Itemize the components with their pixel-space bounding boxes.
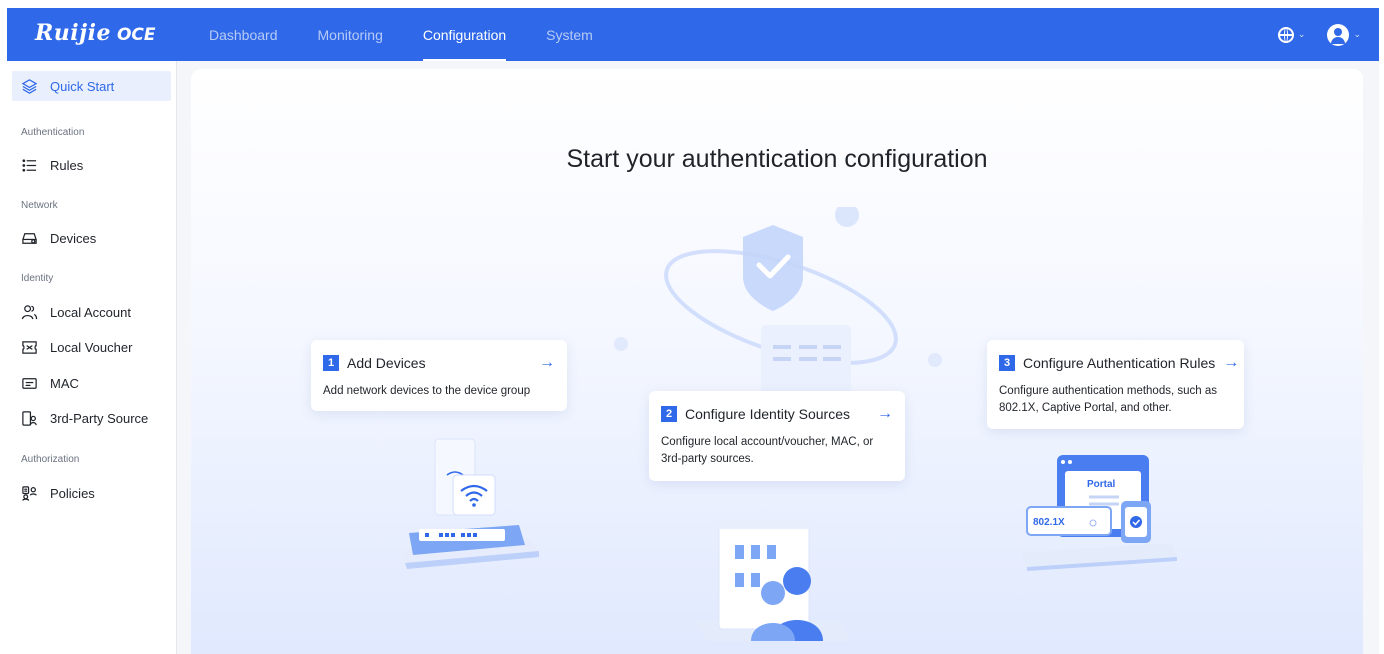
sidebar: Quick Start Authentication Rules Network… — [7, 61, 177, 654]
sidebar-item-label: Quick Start — [50, 78, 115, 94]
step-description: Configure local account/voucher, MAC, or… — [661, 436, 874, 465]
step-card-add-devices[interactable]: 1 Add Devices → Add network devices to t… — [311, 340, 567, 411]
voucher-icon — [22, 340, 37, 354]
layers-icon — [21, 78, 38, 94]
sidebar-item-local-voucher[interactable]: Local Voucher — [12, 332, 171, 362]
step-card-header: 2 Configure Identity Sources → — [661, 405, 893, 423]
main-nav: Dashboard Monitoring Configuration Syste… — [197, 8, 621, 61]
sidebar-item-mac[interactable]: MAC — [12, 368, 171, 398]
step-card-auth-rules[interactable]: 3 Configure Authentication Rules → Confi… — [987, 340, 1244, 429]
user-avatar-icon — [1327, 23, 1350, 46]
users-icon — [21, 304, 38, 319]
chevron-down-icon: ⌄ — [1353, 29, 1361, 39]
sidebar-item-label: MAC — [50, 375, 79, 391]
step-title: Configure Identity Sources — [685, 406, 850, 422]
devices-illustration — [399, 438, 539, 569]
arrow-right-icon: → — [877, 405, 893, 422]
sidebar-item-policies[interactable]: Policies — [12, 478, 171, 508]
list-icon — [22, 158, 37, 172]
app-logo[interactable]: Ruijie OCE — [35, 20, 156, 50]
step-number: 2 — [661, 406, 677, 422]
globe-icon — [1277, 26, 1294, 43]
sidebar-item-label: Devices — [50, 230, 97, 246]
app-window: Ruijie OCE Dashboard Monitoring Configur… — [7, 8, 1379, 654]
nav-system[interactable]: System — [534, 8, 605, 61]
logo-product: OCE — [116, 25, 156, 45]
sidebar-item-quick-start[interactable]: Quick Start — [12, 71, 171, 101]
arrow-right-icon: → — [1223, 354, 1240, 371]
step-number: 1 — [323, 355, 339, 371]
portal-label: Portal — [1087, 479, 1116, 490]
dot1x-label: 802.1X — [1033, 517, 1065, 528]
step-title: Configure Authentication Rules — [1023, 355, 1216, 371]
sidebar-item-label: Policies — [50, 485, 95, 501]
decor-dot — [614, 337, 628, 351]
sidebar-group-identity: Identity — [21, 273, 54, 284]
sidebar-item-label: Local Voucher — [50, 339, 133, 355]
step-description: Add network devices to the device group — [323, 385, 531, 397]
quick-start-panel: Start your authentication configuration — [191, 69, 1363, 654]
sidebar-item-rules[interactable]: Rules — [12, 150, 171, 180]
sidebar-item-devices[interactable]: Devices — [12, 223, 171, 253]
nav-monitoring[interactable]: Monitoring — [306, 8, 395, 61]
top-navigation-bar: Ruijie OCE Dashboard Monitoring Configur… — [7, 8, 1379, 61]
third-party-icon — [22, 410, 37, 426]
nav-configuration[interactable]: Configuration — [411, 8, 518, 61]
chevron-down-icon: ⌄ — [1297, 29, 1306, 39]
logo-brand: Ruijie — [35, 20, 111, 46]
arrow-right-icon: → — [539, 354, 555, 371]
identity-sources-illustration — [695, 519, 851, 641]
sidebar-item-3rd-party-source[interactable]: 3rd-Party Source — [12, 403, 171, 433]
sidebar-item-label: Rules — [50, 157, 84, 173]
page-title: Start your authentication configuration — [566, 145, 988, 173]
policy-icon — [22, 485, 37, 501]
decor-dot — [928, 353, 942, 367]
top-right-controls: ⌄ ⌄ — [1277, 8, 1361, 61]
user-menu[interactable]: ⌄ — [1327, 23, 1361, 46]
language-selector[interactable]: ⌄ — [1277, 26, 1306, 43]
nav-dashboard[interactable]: Dashboard — [197, 8, 290, 61]
mac-icon — [22, 377, 37, 389]
step-card-header: 1 Add Devices → — [323, 354, 555, 372]
auth-rules-illustration: Portal 802.1X — [1021, 455, 1177, 571]
sidebar-group-authentication: Authentication — [21, 127, 85, 138]
step-description: Configure authentication methods, such a… — [999, 385, 1217, 414]
step-card-header: 3 Configure Authentication Rules → — [999, 354, 1239, 372]
sidebar-group-authorization: Authorization — [21, 454, 80, 465]
step-title: Add Devices — [347, 355, 426, 371]
sidebar-group-network: Network — [21, 200, 58, 211]
sidebar-item-local-account[interactable]: Local Account — [12, 297, 171, 327]
device-icon — [22, 232, 37, 244]
step-number: 3 — [999, 355, 1015, 371]
step-card-identity-sources[interactable]: 2 Configure Identity Sources → Configure… — [649, 391, 905, 481]
sidebar-item-label: 3rd-Party Source — [50, 410, 149, 426]
sidebar-item-label: Local Account — [50, 304, 131, 320]
